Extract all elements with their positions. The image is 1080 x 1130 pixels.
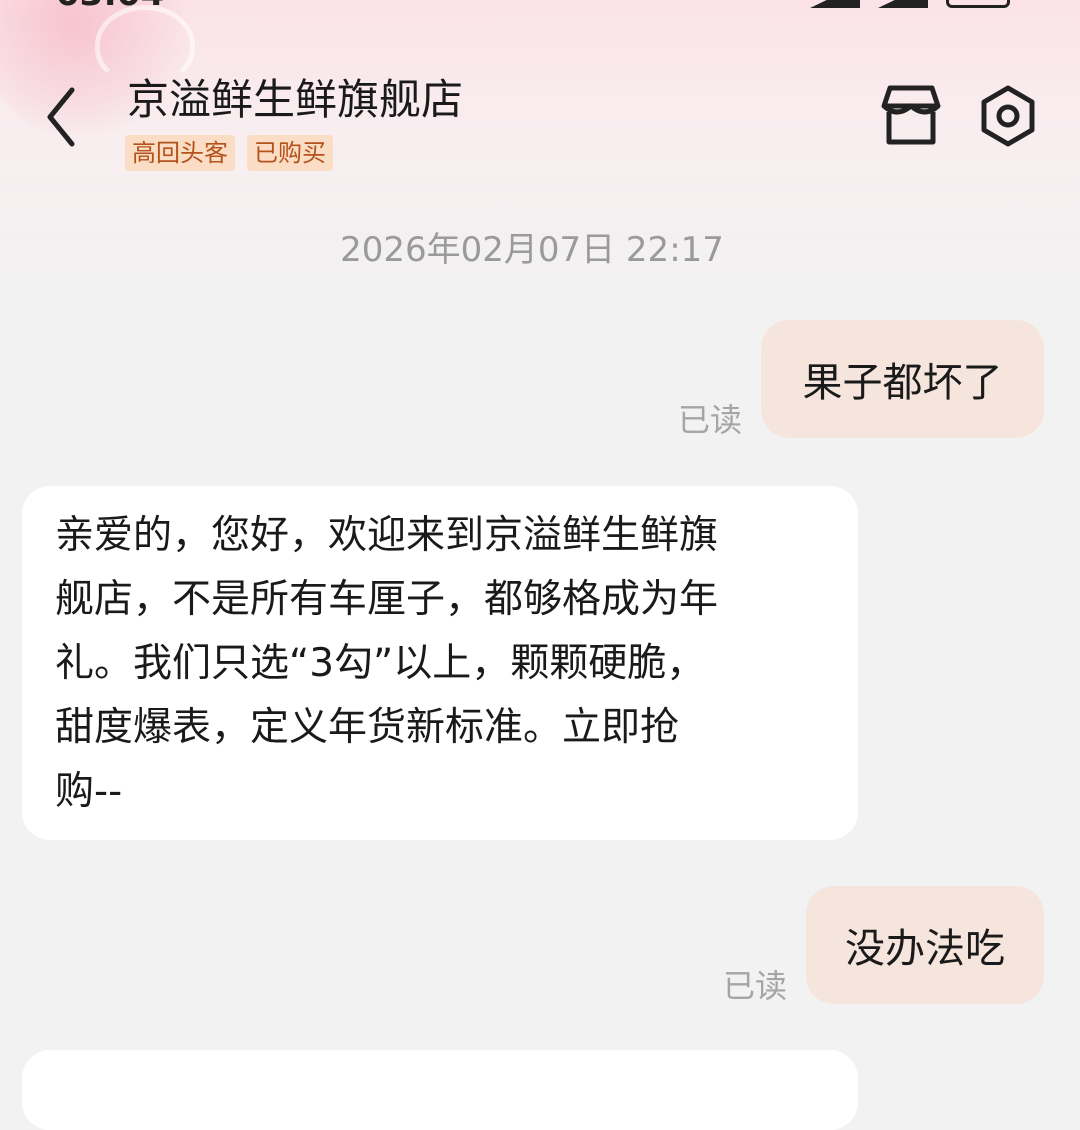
status-bar: 03:04: [0, 0, 1080, 14]
tag-repeat-customer: 高回头客: [125, 135, 235, 171]
incoming-message-bubble[interactable]: 亲爱的，您好，欢迎来到京溢鲜生鲜旗 舰店，不是所有车厘子，都够格成为年 礼。我们…: [22, 486, 858, 840]
settings-icon[interactable]: [976, 84, 1040, 148]
read-status: 已读: [723, 967, 788, 1005]
status-icons: [810, 0, 1010, 8]
store-icon[interactable]: [878, 84, 944, 146]
message-line: 甜度爆表，定义年货新标准。立即抢: [55, 705, 680, 750]
message-line: 购--: [55, 769, 123, 814]
status-time: 03:04: [56, 0, 164, 14]
tag-purchased: 已购买: [247, 135, 333, 171]
message-text: 果子都坏了: [802, 360, 1003, 406]
message-line: 礼。我们只选“3勾”以上，颗颗硬脆，: [55, 641, 706, 686]
message-text: 没办法吃: [845, 926, 1005, 972]
shop-tags: 高回头客 已购买: [125, 135, 333, 171]
back-icon[interactable]: [40, 82, 90, 152]
read-status: 已读: [678, 401, 743, 439]
signal-icon: [878, 0, 928, 8]
outgoing-message-bubble[interactable]: 果子都坏了: [761, 320, 1044, 438]
incoming-message-bubble-partial[interactable]: [22, 1050, 858, 1130]
battery-icon: [946, 0, 1010, 8]
message-line: 舰店，不是所有车厘子，都够格成为年: [55, 577, 719, 622]
shop-title[interactable]: 京溢鲜生鲜旗舰店: [127, 66, 463, 127]
signal-icon: [810, 0, 860, 8]
outgoing-message-bubble[interactable]: 没办法吃: [806, 886, 1044, 1004]
message-line: 亲爱的，您好，欢迎来到京溢鲜生鲜旗: [55, 513, 719, 558]
chat-timestamp: 2026年02月07日 22:17: [340, 230, 724, 270]
